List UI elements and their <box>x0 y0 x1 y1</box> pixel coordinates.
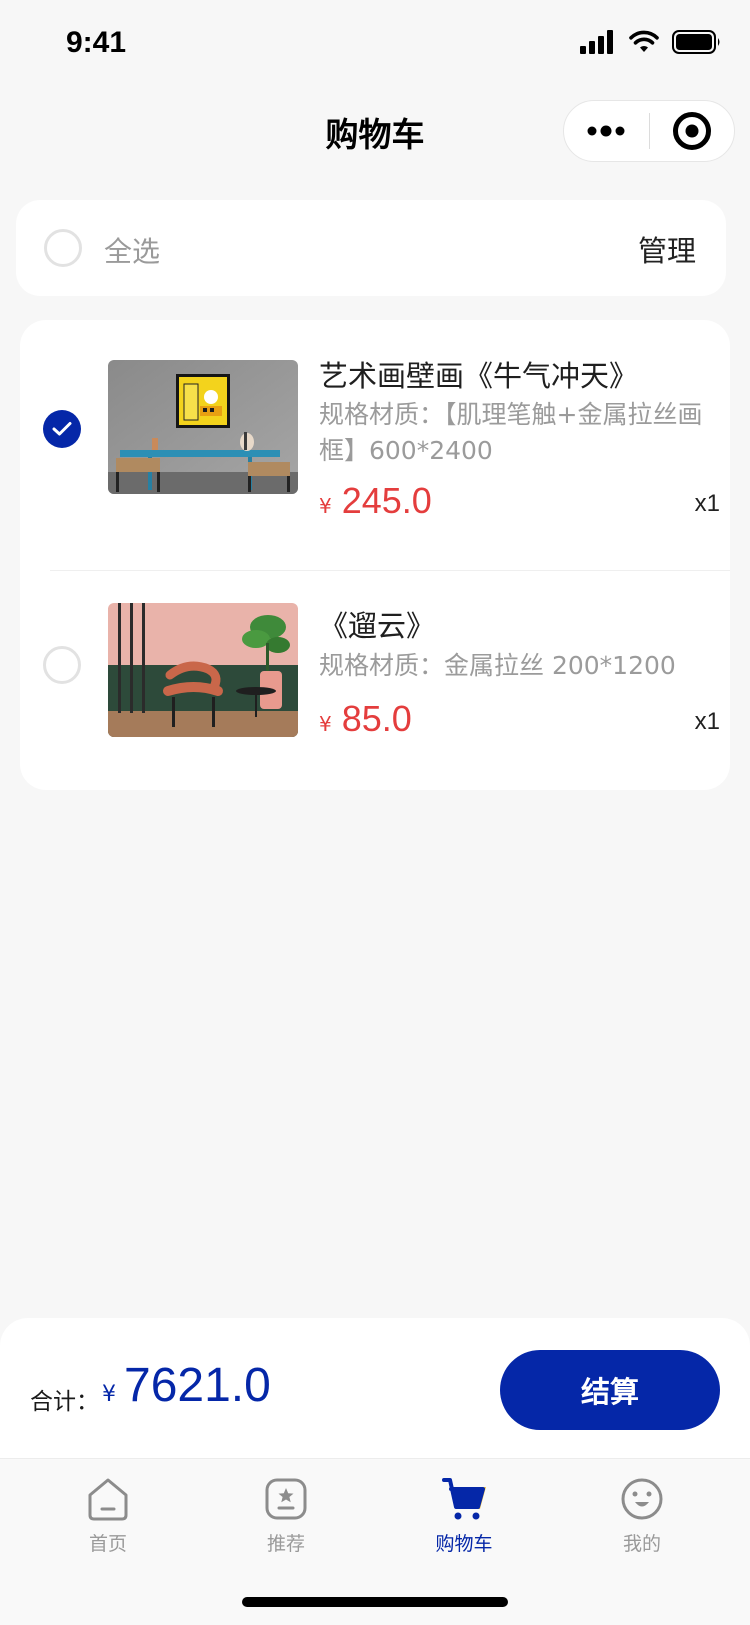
select-all-label[interactable]: 全选 <box>104 230 160 270</box>
close-mini-program-button[interactable] <box>650 100 735 162</box>
status-icons <box>580 30 722 54</box>
more-dots-icon <box>587 125 625 137</box>
product-image[interactable] <box>108 603 298 737</box>
manage-button[interactable]: 管理 <box>638 228 696 270</box>
cart-item: 艺术画壁画《牛气冲天》 规格材质：【肌理笔触+金属拉丝画框】600*2400 ¥… <box>20 320 730 570</box>
currency-symbol: ¥ <box>319 712 332 736</box>
tab-label: 首页 <box>88 1533 127 1555</box>
price-amount: 85.0 <box>341 698 412 739</box>
select-all-checkbox[interactable] <box>44 229 82 267</box>
tab-cart[interactable]: 购物车 <box>404 1475 524 1556</box>
home-icon <box>84 1475 132 1523</box>
product-quantity: x1 <box>694 490 720 517</box>
smiley-face-icon <box>618 1475 666 1523</box>
product-title[interactable]: 艺术画壁画《牛气冲天》 <box>319 353 638 395</box>
tab-recommend[interactable]: 推荐 <box>226 1475 346 1556</box>
tab-bar: 首页 推荐 购物车 我的 <box>0 1458 750 1625</box>
product-price: ¥ 85.0 <box>319 698 412 740</box>
cart-item: 《遛云》 规格材质：金属拉丝 200*1200 ¥ 85.0 x1 <box>20 570 730 790</box>
item-checkbox[interactable] <box>43 646 81 684</box>
tab-home[interactable]: 首页 <box>48 1475 168 1556</box>
product-price: ¥ 245.0 <box>319 480 432 522</box>
product-spec: 规格材质：金属拉丝 200*1200 <box>319 651 676 680</box>
cellular-signal-icon <box>580 30 613 54</box>
select-all-bar: 全选 管理 <box>16 200 726 296</box>
product-quantity: x1 <box>694 708 720 735</box>
product-image[interactable] <box>108 360 298 494</box>
cart-list: 艺术画壁画《牛气冲天》 规格材质：【肌理笔触+金属拉丝画框】600*2400 ¥… <box>20 320 730 790</box>
tab-profile[interactable]: 我的 <box>582 1475 702 1556</box>
cart-icon <box>440 1475 488 1523</box>
tab-label: 购物车 <box>435 1533 493 1555</box>
battery-icon <box>672 30 720 54</box>
checkmark-icon <box>52 422 72 436</box>
tab-label: 推荐 <box>266 1533 305 1555</box>
item-checkbox[interactable] <box>43 410 81 448</box>
product-title[interactable]: 《遛云》 <box>319 603 435 645</box>
checkout-button[interactable]: 结算 <box>500 1350 720 1430</box>
home-indicator[interactable] <box>242 1597 508 1607</box>
tab-label: 我的 <box>622 1533 661 1555</box>
target-circle-icon <box>672 112 711 150</box>
checkout-bar: 合计： ¥ 7621.0 结算 <box>0 1318 750 1458</box>
mini-program-capsule <box>563 100 735 162</box>
more-button[interactable] <box>564 100 649 162</box>
price-amount: 245.0 <box>341 480 432 521</box>
status-time: 9:41 <box>66 26 127 59</box>
wifi-icon <box>629 30 659 52</box>
currency-symbol: ¥ <box>319 494 332 518</box>
product-spec: 规格材质：【肌理笔触+金属拉丝画框】600*2400 <box>319 400 703 465</box>
total-amount: 7621.0 <box>124 1359 271 1412</box>
status-bar: 9:41 <box>0 0 750 88</box>
total-currency-symbol: ¥ <box>102 1382 116 1407</box>
star-box-icon <box>262 1475 310 1523</box>
total-label: 合计： <box>30 1389 99 1415</box>
